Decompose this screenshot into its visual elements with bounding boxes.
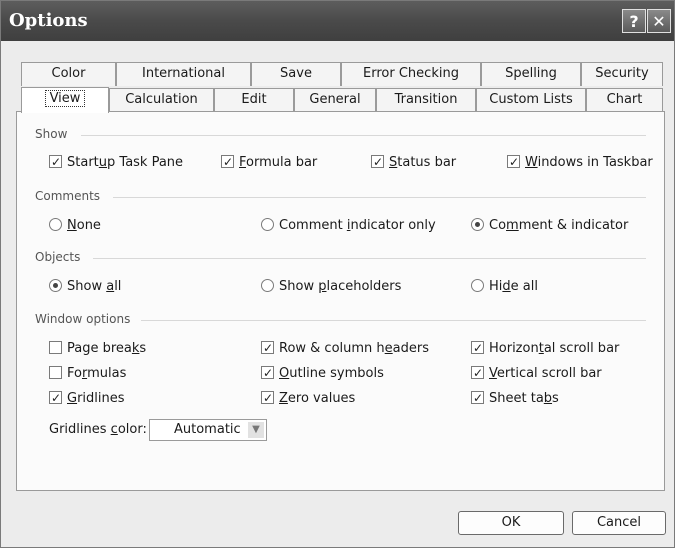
comment-and-indicator-radio[interactable]: Comment & indicator	[471, 217, 628, 235]
tab-transition[interactable]: Transition	[376, 88, 476, 112]
startup-task-pane-checkbox[interactable]: Startup Task Pane	[49, 153, 183, 172]
comments-none-radio[interactable]: None	[49, 217, 101, 235]
checkbox-icon	[471, 339, 484, 357]
tab-international[interactable]: International	[116, 62, 251, 86]
tab-spelling[interactable]: Spelling	[481, 62, 581, 86]
checkbox-icon	[49, 389, 62, 407]
title-bar[interactable]: Options ? ✕	[1, 1, 674, 41]
windows-in-taskbar-checkbox[interactable]: Windows in Taskbar	[507, 153, 653, 172]
formula-bar-checkbox[interactable]: Formula bar	[221, 153, 317, 172]
formulas-checkbox[interactable]: Formulas	[49, 365, 126, 383]
zero-values-checkbox[interactable]: Zero values	[261, 389, 355, 408]
radio-selected-icon	[471, 218, 484, 231]
tab-view[interactable]: View	[21, 87, 109, 113]
vertical-scroll-bar-checkbox[interactable]: Vertical scroll bar	[471, 364, 602, 383]
outline-symbols-checkbox[interactable]: Outline symbols	[261, 364, 384, 383]
tab-security[interactable]: Security	[581, 62, 663, 86]
radio-icon	[471, 279, 484, 292]
ok-button[interactable]: OK	[458, 511, 564, 535]
gridlines-color-label: Gridlines color:	[49, 422, 147, 437]
radio-selected-icon	[49, 279, 62, 292]
window-options-group-label: Window options	[35, 312, 135, 326]
show-group-label: Show	[35, 127, 72, 141]
help-icon: ?	[629, 12, 639, 31]
checkbox-icon	[49, 341, 62, 354]
radio-icon	[261, 218, 274, 231]
horizontal-scroll-bar-checkbox[interactable]: Horizontal scroll bar	[471, 339, 619, 358]
checkbox-icon	[261, 389, 274, 407]
chevron-down-icon[interactable]: ▼	[248, 422, 264, 438]
checkbox-icon	[471, 389, 484, 407]
checkbox-icon	[371, 153, 384, 171]
options-dialog: Options ? ✕ Color International Save Err…	[0, 0, 675, 548]
checkbox-icon	[471, 364, 484, 382]
comment-indicator-only-radio[interactable]: Comment indicator only	[261, 217, 436, 235]
sheet-tabs-checkbox[interactable]: Sheet tabs	[471, 389, 559, 408]
comments-group-label: Comments	[35, 189, 105, 203]
gridlines-checkbox[interactable]: Gridlines	[49, 389, 125, 408]
objects-hide-all-radio[interactable]: Hide all	[471, 278, 538, 296]
cancel-button[interactable]: Cancel	[572, 511, 666, 535]
help-button[interactable]: ?	[622, 9, 646, 33]
objects-group-label: Objects	[35, 250, 85, 264]
comments-divider	[113, 197, 646, 198]
checkbox-icon	[507, 153, 520, 171]
checkbox-icon	[49, 366, 62, 379]
tab-general[interactable]: General	[294, 88, 376, 112]
tab-chart[interactable]: Chart	[586, 88, 663, 112]
row-column-headers-checkbox[interactable]: Row & column headers	[261, 339, 429, 358]
tab-save[interactable]: Save	[251, 62, 341, 86]
tab-view-label: View	[44, 90, 86, 107]
checkbox-icon	[221, 153, 234, 171]
close-button[interactable]: ✕	[647, 9, 671, 33]
tab-calculation[interactable]: Calculation	[109, 88, 214, 112]
tab-custom-lists[interactable]: Custom Lists	[476, 88, 586, 112]
checkbox-icon	[261, 339, 274, 357]
tab-error-checking[interactable]: Error Checking	[341, 62, 481, 86]
tab-edit[interactable]: Edit	[214, 88, 294, 112]
checkbox-icon	[261, 364, 274, 382]
objects-show-placeholders-radio[interactable]: Show placeholders	[261, 278, 401, 296]
radio-icon	[49, 218, 62, 231]
radio-icon	[261, 279, 274, 292]
checkbox-icon	[49, 153, 62, 171]
page-breaks-checkbox[interactable]: Page breaks	[49, 340, 146, 358]
objects-divider	[93, 258, 646, 259]
tab-color[interactable]: Color	[21, 62, 116, 86]
objects-show-all-radio[interactable]: Show all	[49, 278, 121, 296]
status-bar-checkbox[interactable]: Status bar	[371, 153, 456, 172]
dialog-title: Options	[9, 10, 88, 31]
window-options-divider	[141, 320, 646, 321]
gridlines-color-select[interactable]: Automatic ▼	[149, 419, 267, 441]
show-divider	[81, 135, 646, 136]
close-icon: ✕	[652, 12, 666, 31]
gridlines-color-value: Automatic	[174, 422, 241, 437]
